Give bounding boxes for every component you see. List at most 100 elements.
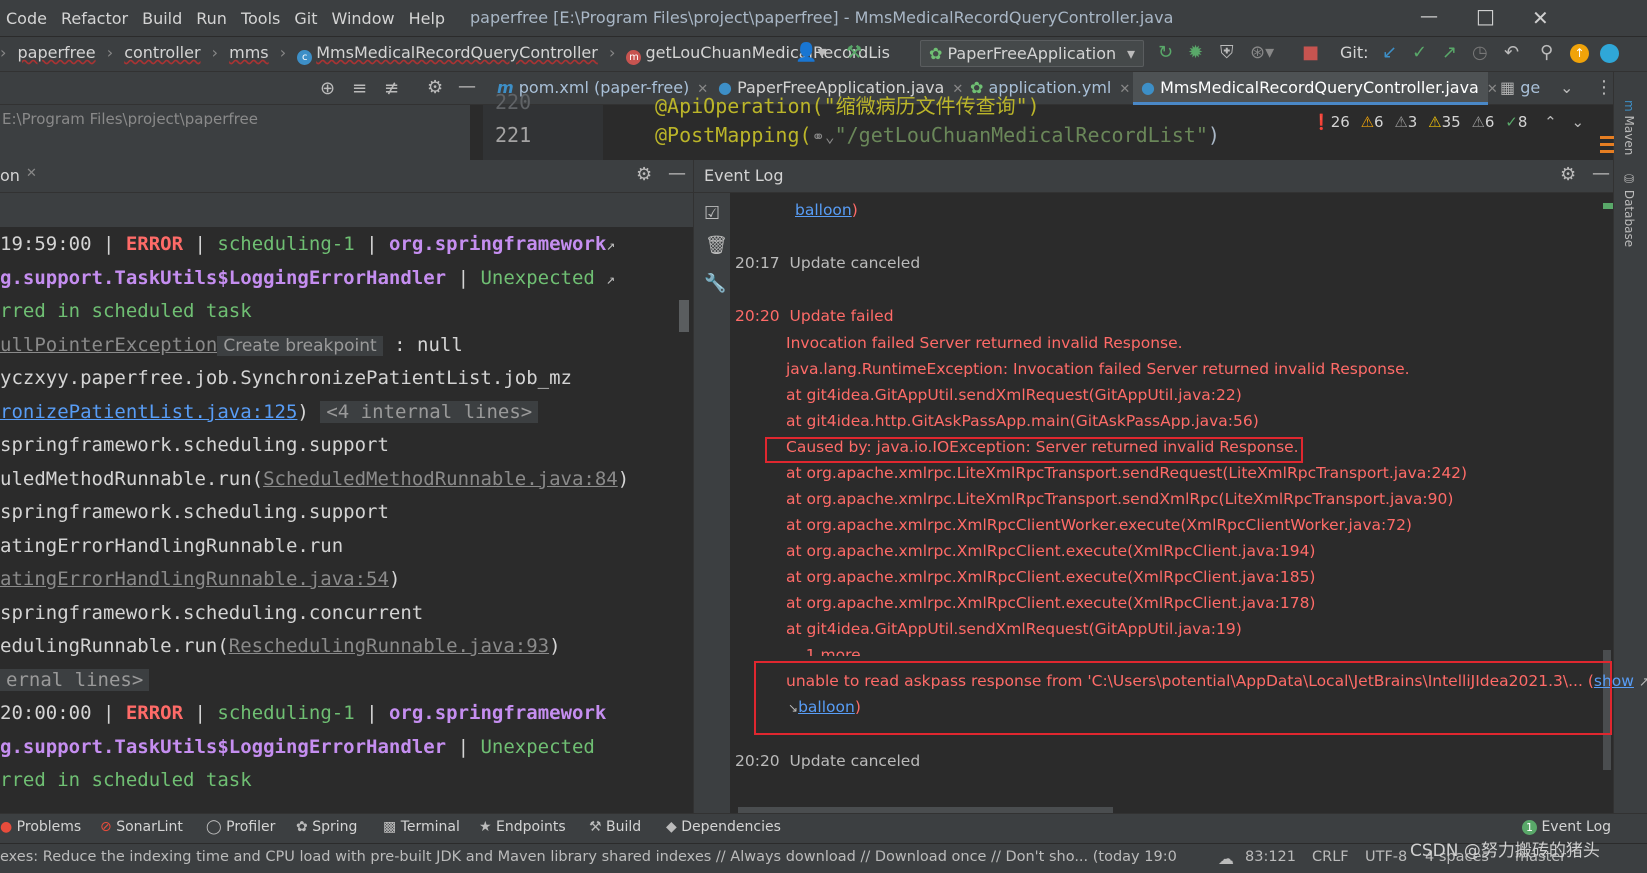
console-line: rred in scheduled task	[0, 300, 252, 322]
profile-icon[interactable]: ⊛▾	[1250, 42, 1274, 63]
close-icon[interactable]: ✕	[26, 166, 37, 181]
stacktrace-link[interactable]: ronizePatientList.java:125	[0, 401, 297, 423]
trace-line: at org.apache.xmlrpc.XmlRpcClient.execut…	[786, 594, 1316, 612]
profiler-icon: ◯	[206, 819, 222, 835]
trace-line: at org.apache.xmlrpc.LiteXmlRpcTransport…	[786, 464, 1468, 482]
close-tab-icon[interactable]: ✕	[1119, 82, 1130, 97]
console-scrollbar[interactable]	[679, 300, 689, 332]
internal-lines-fold[interactable]: <4 internal lines>	[320, 400, 539, 423]
console-output[interactable]: 19:59:00 | ERROR | scheduling-1 | org.sp…	[0, 228, 680, 798]
hammer-icon[interactable]: ⚒	[846, 42, 862, 63]
chevron-up-icon[interactable]: ⌃	[1544, 113, 1557, 131]
rerun-icon[interactable]: ↻	[1158, 42, 1173, 63]
debug-icon[interactable]: ✹	[1188, 42, 1203, 63]
tab-event-log[interactable]: 1 Event Log	[1522, 819, 1611, 835]
chevron-down-icon[interactable]: ⌄	[1572, 113, 1585, 131]
stacktrace-link[interactable]: atingErrorHandlingRunnable.java:54	[0, 568, 389, 590]
tab-controller[interactable]: ● MmsMedicalRecordQueryController.java ✕	[1141, 78, 1498, 97]
tab-problems[interactable]: ● Problems	[0, 819, 81, 835]
console-line: 20:00:00 | ERROR | scheduling-1 | org.sp…	[0, 702, 607, 724]
event-entry: 20:17 Update canceled	[735, 254, 921, 272]
wrench-icon[interactable]: 🔧	[704, 273, 726, 294]
more-icon[interactable]: ⋮	[1595, 77, 1613, 98]
trace-line: Invocation failed Server returned invali…	[786, 334, 1183, 352]
hide-panel-icon[interactable]: —	[1592, 163, 1610, 184]
event-log-toolbar: ☑ 🗑 🔧	[694, 193, 730, 813]
run-tab-title[interactable]: on	[0, 166, 20, 185]
settings-gear-icon[interactable]: ⚙	[1560, 164, 1576, 185]
database-icon: ⛁	[1622, 172, 1636, 190]
annotation-text: @PostMapping(	[655, 123, 812, 147]
hammer-icon: ⚒	[589, 819, 602, 835]
tab-endpoints[interactable]: ★ Endpoints	[479, 819, 566, 835]
error-icon: ❗	[1312, 113, 1331, 131]
breadcrumb-controller[interactable]: controller	[124, 43, 200, 62]
weak-warning-count: 3	[1407, 113, 1418, 131]
maximize-icon[interactable]: □	[1476, 4, 1495, 28]
tab-sonarlint[interactable]: ⊘ SonarLint	[100, 819, 183, 835]
mark-read-icon[interactable]: ☑	[704, 203, 720, 224]
tab-overflow[interactable]: ▦ ge	[1500, 78, 1546, 97]
menu-window[interactable]: Window	[332, 9, 395, 28]
menu-code[interactable]: Code	[6, 9, 47, 28]
line-separator[interactable]: CRLF	[1312, 849, 1349, 865]
git-update-icon[interactable]: ↙	[1382, 42, 1397, 63]
breadcrumb-mms[interactable]: mms	[229, 43, 269, 62]
close-tab-icon[interactable]: ✕	[1487, 82, 1498, 97]
git-commit-icon[interactable]: ✓	[1412, 42, 1427, 63]
menu-help[interactable]: Help	[409, 9, 445, 28]
stacktrace-link[interactable]: ReschedulingRunnable.java:93	[229, 635, 549, 657]
create-breakpoint-hint[interactable]: Create breakpoint	[217, 335, 383, 356]
breadcrumb-project[interactable]: paperfree	[18, 43, 96, 62]
inspection-widget[interactable]: ❗26 ⚠6 ⚠3 ⚠35 ⚠6 ✓8 ⌃ ⌄	[1312, 113, 1585, 131]
balloon-link[interactable]: balloon)	[795, 201, 858, 219]
menu-tools[interactable]: Tools	[241, 9, 280, 28]
internal-lines-fold[interactable]: ernal lines>	[0, 668, 150, 691]
stacktrace-link[interactable]: ScheduledMethodRunnable.java:84	[263, 468, 618, 490]
hide-panel-icon[interactable]: —	[458, 76, 476, 97]
menu-build[interactable]: Build	[142, 9, 182, 28]
chevron-down-icon[interactable]: ⌄	[1560, 78, 1573, 97]
tab-terminal[interactable]: ▩ Terminal	[383, 819, 460, 835]
breadcrumb-class[interactable]: MmsMedicalRecordQueryController	[316, 43, 598, 62]
update-available-icon[interactable]: ↑	[1570, 44, 1589, 63]
minimize-icon[interactable]: —	[1420, 6, 1438, 27]
git-push-icon[interactable]: ↗	[1442, 42, 1457, 63]
tab-build[interactable]: ⚒ Build	[589, 819, 641, 835]
search-icon[interactable]: ⚲	[1540, 42, 1553, 63]
hide-panel-icon[interactable]: —	[668, 163, 686, 184]
menu-run[interactable]: Run	[196, 9, 227, 28]
maven-tool-button[interactable]: m Maven	[1622, 100, 1636, 155]
menu-git[interactable]: Git	[294, 9, 317, 28]
status-message[interactable]: exes: Reduce the indexing time and CPU l…	[0, 849, 1180, 865]
locate-icon[interactable]: ⊕	[320, 78, 335, 99]
event-log-title: Event Log	[704, 166, 784, 185]
coverage-icon[interactable]: ⛨	[1220, 42, 1234, 63]
chevron-down-icon: ▾	[1126, 44, 1135, 63]
tab-profiler[interactable]: ◯ Profiler	[206, 819, 275, 835]
weak-warning-icon: ⚠	[1394, 113, 1408, 131]
run-config-select[interactable]: ✿ PaperFreeApplication ▾	[920, 40, 1144, 67]
database-tool-button[interactable]: ⛁ Database	[1622, 172, 1636, 247]
chart-icon: ▦	[1500, 78, 1516, 97]
trash-icon[interactable]: 🗑	[705, 235, 728, 256]
error-circle-icon: ●	[0, 819, 13, 835]
expand-all-icon[interactable]: ≡	[352, 78, 367, 99]
ide-logo-icon[interactable]	[1600, 44, 1619, 63]
file-encoding[interactable]: UTF-8	[1365, 849, 1407, 865]
stop-icon[interactable]: ■	[1302, 42, 1319, 63]
git-history-icon[interactable]: ◷	[1472, 42, 1488, 63]
dependencies-icon: ◆	[666, 819, 677, 835]
settings-gear-icon[interactable]: ⚙	[427, 77, 443, 98]
tab-dependencies[interactable]: ◆ Dependencies	[666, 819, 781, 835]
console-line: ernal lines>	[0, 664, 680, 698]
caret-position[interactable]: 83:121	[1245, 849, 1296, 865]
close-icon[interactable]: ✕	[1532, 6, 1549, 30]
collapse-all-icon[interactable]: ≢	[384, 78, 399, 99]
code-paren: )	[1207, 123, 1220, 147]
tab-spring[interactable]: ✿ Spring	[296, 819, 357, 835]
menu-refactor[interactable]: Refactor	[61, 9, 128, 28]
settings-gear-icon[interactable]: ⚙	[636, 164, 652, 185]
user-icon[interactable]: 👤▾	[795, 42, 826, 63]
rollback-icon[interactable]: ↶	[1504, 42, 1519, 63]
